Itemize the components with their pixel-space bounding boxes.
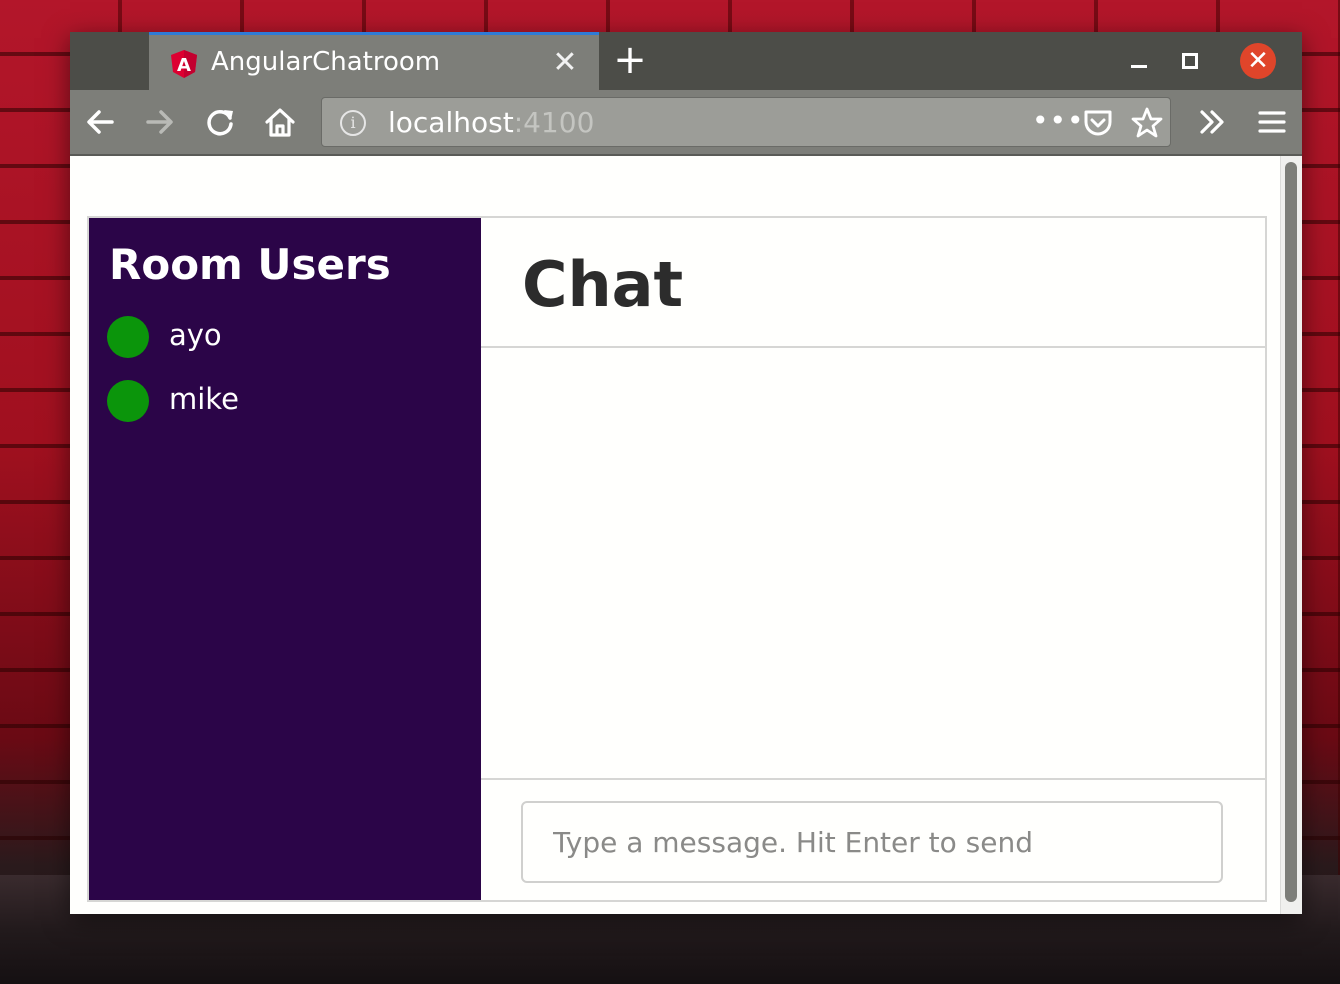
navigation-bar: i localhost:4100 ••• bbox=[70, 90, 1302, 156]
close-icon[interactable]: ✕ bbox=[551, 48, 579, 78]
user-name: ayo bbox=[169, 318, 222, 352]
online-status-dot bbox=[107, 380, 149, 422]
info-icon[interactable]: i bbox=[340, 110, 366, 136]
url-port: :4100 bbox=[513, 106, 595, 139]
window-close-button[interactable]: ✕ bbox=[1240, 43, 1276, 79]
scrollbar-thumb[interactable] bbox=[1285, 162, 1297, 902]
online-status-dot bbox=[107, 316, 149, 358]
browser-window: A AngularChatroom ✕ + ✕ i localhost:4100… bbox=[70, 32, 1302, 914]
user-list-item: mike bbox=[107, 380, 467, 422]
url-host: localhost bbox=[388, 106, 514, 139]
chat-header: Chat bbox=[481, 218, 1265, 348]
tab-title: AngularChatroom bbox=[211, 47, 441, 77]
plus-icon[interactable]: + bbox=[610, 38, 650, 82]
maximize-icon[interactable] bbox=[1182, 53, 1198, 69]
reload-icon[interactable] bbox=[202, 104, 238, 140]
chatroom-app: Room Users ayo mike Chat bbox=[87, 216, 1267, 902]
browser-tab[interactable]: A AngularChatroom ✕ bbox=[149, 32, 599, 90]
url-bar[interactable]: i localhost:4100 ••• bbox=[321, 97, 1171, 147]
svg-text:A: A bbox=[177, 55, 191, 76]
room-users-sidebar: Room Users ayo mike bbox=[89, 218, 481, 900]
vertical-scrollbar[interactable] bbox=[1280, 156, 1302, 914]
message-composer bbox=[481, 778, 1265, 902]
chat-title: Chat bbox=[522, 248, 684, 321]
overflow-chevrons-icon[interactable] bbox=[1194, 104, 1230, 140]
chat-panel: Chat bbox=[481, 218, 1265, 900]
user-name: mike bbox=[169, 382, 239, 416]
angular-icon: A bbox=[171, 50, 197, 78]
title-bar: A AngularChatroom ✕ + ✕ bbox=[70, 32, 1302, 90]
user-list-item: ayo bbox=[107, 316, 467, 358]
hamburger-menu-icon[interactable] bbox=[1254, 104, 1290, 140]
more-dots-icon[interactable]: ••• bbox=[1032, 104, 1085, 137]
pocket-icon[interactable] bbox=[1082, 108, 1114, 138]
sidebar-title: Room Users bbox=[109, 240, 391, 289]
forward-arrow-icon[interactable] bbox=[142, 104, 178, 140]
message-input[interactable] bbox=[521, 801, 1223, 883]
url-text[interactable]: localhost:4100 bbox=[388, 106, 594, 139]
minimize-icon[interactable] bbox=[1128, 50, 1150, 72]
star-icon[interactable] bbox=[1130, 106, 1164, 140]
message-list bbox=[481, 348, 1265, 778]
page-viewport: Room Users ayo mike Chat bbox=[70, 156, 1280, 914]
home-icon[interactable] bbox=[262, 104, 298, 140]
back-arrow-icon[interactable] bbox=[82, 104, 118, 140]
